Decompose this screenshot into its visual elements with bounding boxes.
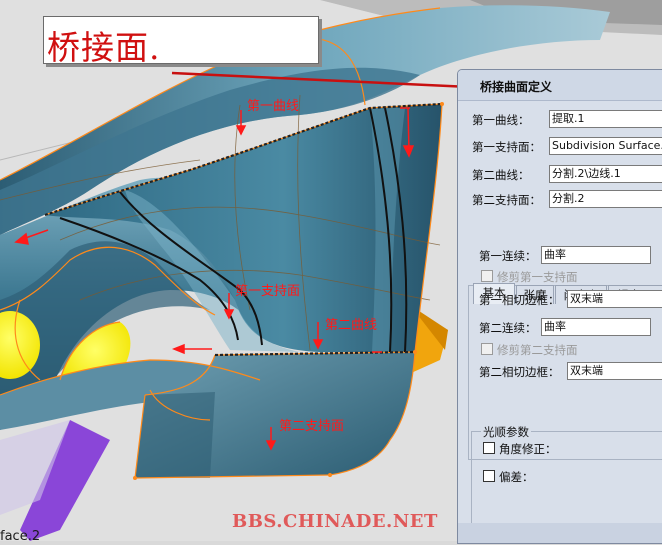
blend-surface-dialog: 桥接曲面定义 第一曲线： 提取.1 第一支持面： Subdivision Sur… xyxy=(457,69,662,544)
second-tangent-border-select[interactable]: 双末端 xyxy=(567,362,662,380)
callout-text: 桥接面. xyxy=(47,28,161,67)
deviation-checkbox[interactable]: 偏差： xyxy=(483,469,534,485)
second-tangent-border-label: 第二相切边框： xyxy=(479,365,560,379)
checkbox-box xyxy=(481,270,493,282)
title-callout: 桥接面. xyxy=(43,16,319,67)
trim-second-support-label: 修剪第二支持面 xyxy=(497,343,578,357)
dialog-title: 桥接曲面定义 xyxy=(480,80,553,94)
surface-name-label: face.2 xyxy=(0,529,41,544)
trim-first-support-label: 修剪第一支持面 xyxy=(497,270,578,284)
first-support-field[interactable]: Subdivision Surface.1 xyxy=(549,137,662,155)
angle-correction-checkbox[interactable]: 角度修正： xyxy=(483,441,557,457)
first-continuity-label: 第一连续： xyxy=(479,249,537,263)
angle-correction-label: 角度修正： xyxy=(499,442,557,456)
trim-second-support-checkbox[interactable]: 修剪第二支持面 xyxy=(481,342,578,358)
second-support-field[interactable]: 分割.2 xyxy=(549,190,662,208)
second-support-label: 第二支持面： xyxy=(472,193,541,207)
smoothing-parameters-group: 光顺参数 角度修正： 偏差： xyxy=(467,424,662,524)
label-second-curve: 第二曲线 xyxy=(325,318,378,333)
first-curve-label: 第一曲线： xyxy=(472,113,530,127)
first-support-label: 第一支持面： xyxy=(472,140,541,154)
label-first-support: 第一支持面 xyxy=(235,284,301,299)
first-tangent-border-label: 第一相切边框： xyxy=(479,293,560,307)
second-continuity-label: 第二连续： xyxy=(479,321,537,335)
first-curve-field[interactable]: 提取.1 xyxy=(549,110,662,128)
dialog-bottom-area xyxy=(458,523,662,543)
dialog-titlebar[interactable]: 桥接曲面定义 xyxy=(458,70,662,101)
first-tangent-border-select[interactable]: 双末端 xyxy=(567,290,662,308)
first-continuity-select[interactable]: 曲率 xyxy=(541,246,651,264)
label-first-curve: 第一曲线 xyxy=(247,99,300,114)
smoothing-legend: 光顺参数 xyxy=(481,424,531,440)
checkbox-box xyxy=(483,470,495,482)
second-continuity-select[interactable]: 曲率 xyxy=(541,318,651,336)
checkbox-box xyxy=(481,343,493,355)
second-curve-label: 第二曲线： xyxy=(472,168,530,182)
checkbox-box xyxy=(483,442,495,454)
trim-first-support-checkbox[interactable]: 修剪第一支持面 xyxy=(481,269,578,285)
second-curve-field[interactable]: 分割.2\边线.1 xyxy=(549,165,662,183)
watermark: BBS.CHINADE.NET xyxy=(232,511,438,532)
label-second-support: 第二支持面 xyxy=(279,419,345,434)
deviation-label: 偏差： xyxy=(499,470,534,484)
